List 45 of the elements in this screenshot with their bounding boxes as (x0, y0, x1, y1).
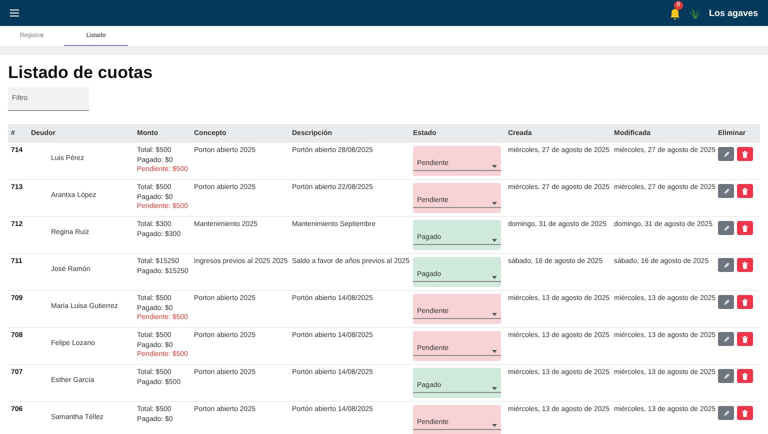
delete-button[interactable] (737, 221, 753, 235)
edit-button[interactable] (718, 184, 734, 198)
pencil-icon (722, 262, 730, 268)
pencil-icon (722, 298, 730, 306)
caret-icon (492, 387, 497, 390)
caret-icon (492, 350, 497, 353)
trash-icon (742, 298, 748, 306)
trash-icon (742, 336, 748, 342)
trash-icon (742, 372, 748, 380)
pencil-icon (722, 150, 730, 158)
caret-icon (492, 276, 497, 279)
delete-button[interactable] (737, 332, 753, 346)
edit-button[interactable] (718, 147, 734, 161)
caret-icon (492, 239, 497, 242)
caret-icon (492, 165, 497, 168)
page-title: Listado de cuotas (8, 63, 154, 83)
menu-icon[interactable] (10, 9, 19, 17)
edit-button[interactable] (718, 258, 734, 272)
pencil-icon (722, 336, 730, 342)
edit-button[interactable] (718, 332, 734, 346)
trash-icon (742, 262, 748, 268)
bell-icon[interactable] (668, 8, 681, 20)
trash-icon (742, 224, 748, 232)
delete-button[interactable] (737, 295, 753, 309)
edit-button[interactable] (718, 221, 734, 235)
delete-button[interactable] (737, 406, 753, 420)
pencil-icon (722, 224, 730, 232)
plant-logo-icon (688, 8, 701, 18)
edit-button[interactable] (718, 369, 734, 383)
pencil-icon (722, 188, 730, 194)
trash-icon (742, 188, 748, 194)
delete-button[interactable] (737, 369, 753, 383)
delete-button[interactable] (737, 184, 753, 198)
delete-button[interactable] (737, 258, 753, 272)
caret-icon (492, 202, 497, 205)
pencil-icon (722, 372, 730, 380)
trash-icon (742, 150, 748, 158)
pencil-icon (722, 410, 730, 416)
edit-button[interactable] (718, 406, 734, 420)
delete-button[interactable] (737, 147, 753, 161)
edit-button[interactable] (718, 295, 734, 309)
trash-icon (742, 410, 748, 416)
caret-icon (492, 424, 497, 427)
caret-icon (492, 313, 497, 316)
brand-name: Los agaves (708, 8, 758, 18)
